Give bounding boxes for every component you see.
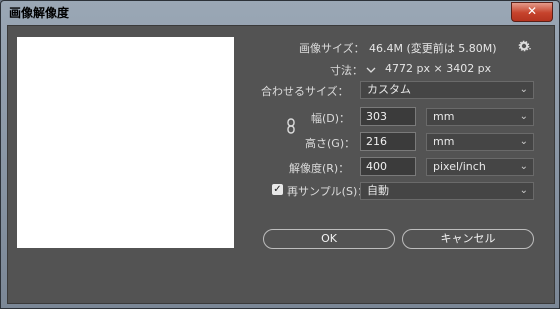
width-label: 幅(D)： <box>311 112 351 125</box>
width-unit-dropdown[interactable]: mm ⌄ <box>426 108 534 126</box>
chevron-down-icon: ⌄ <box>519 136 528 147</box>
chevron-down-icon: ⌄ <box>519 161 528 172</box>
resample-label: 再サンプル(S)： <box>287 185 369 198</box>
fit-to-value: カスタム <box>367 83 411 96</box>
fit-to-label: 合わせるサイズ： <box>261 85 349 98</box>
window-title: 画像解像度 <box>9 6 70 20</box>
height-label: 高さ(G)： <box>305 137 356 150</box>
cancel-button[interactable]: キャンセル <box>402 229 534 249</box>
chevron-down-icon[interactable] <box>365 61 377 80</box>
resolution-unit-value: pixel/inch <box>433 160 486 173</box>
dialog-window: 画像解像度 ✕ 画像サイズ： 46.4M (変更前は 5.80M) 寸法： 47… <box>0 0 560 309</box>
chevron-down-icon: ⌄ <box>519 84 528 95</box>
dialog-body: 画像サイズ： 46.4M (変更前は 5.80M) 寸法： 4772 px × … <box>7 25 555 304</box>
height-unit-dropdown[interactable]: mm ⌄ <box>426 133 534 151</box>
chain-link-icon[interactable] <box>286 118 296 138</box>
resample-checkbox[interactable]: ✓ <box>272 184 283 195</box>
height-unit-value: mm <box>433 135 455 148</box>
image-preview[interactable] <box>17 37 234 248</box>
resample-value: 自動 <box>367 184 389 197</box>
resolution-input[interactable]: 400 <box>360 157 416 176</box>
ok-button[interactable]: OK <box>263 229 395 249</box>
chevron-down-icon: ⌄ <box>519 185 528 196</box>
title-bar[interactable]: 画像解像度 ✕ <box>1 1 559 23</box>
close-button[interactable]: ✕ <box>511 2 553 22</box>
height-input[interactable]: 216 <box>360 132 416 151</box>
fit-to-dropdown[interactable]: カスタム ⌄ <box>360 81 534 99</box>
resolution-unit-dropdown[interactable]: pixel/inch ⌄ <box>426 158 534 176</box>
image-size-value: 46.4M (変更前は 5.80M) <box>369 42 497 55</box>
resolution-label: 解像度(R)： <box>289 162 350 175</box>
width-input[interactable]: 303 <box>360 107 416 126</box>
dimensions-label: 寸法： <box>330 64 363 77</box>
gear-icon[interactable] <box>518 38 532 57</box>
chevron-down-icon: ⌄ <box>519 111 528 122</box>
width-unit-value: mm <box>433 110 455 123</box>
dimensions-value: 4772 px × 3402 px <box>385 62 492 75</box>
image-size-label: 画像サイズ： <box>299 42 365 55</box>
resample-dropdown[interactable]: 自動 ⌄ <box>360 182 534 200</box>
